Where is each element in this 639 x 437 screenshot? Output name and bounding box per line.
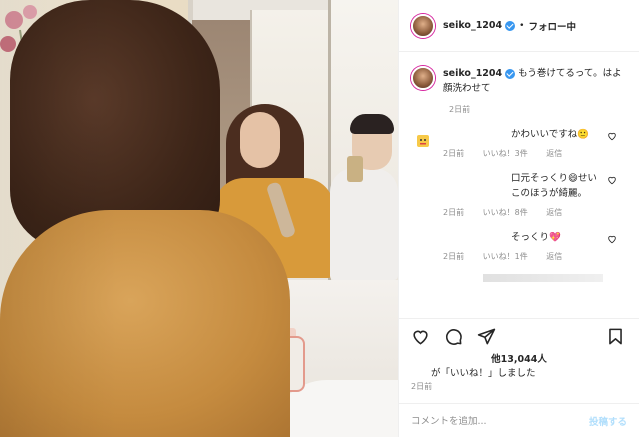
emoji-face-icon: [417, 135, 429, 147]
post-photo[interactable]: [0, 0, 398, 437]
action-icons: [411, 327, 496, 346]
comment-text-partial: [483, 274, 603, 282]
caption-username[interactable]: seiko_1204: [443, 68, 502, 79]
post-time: 2日前: [411, 382, 433, 391]
comment-item-partial: [411, 274, 627, 282]
emoji-avatar-icon[interactable]: [411, 129, 435, 153]
caption-time: 2日前: [449, 105, 471, 114]
comment-text: 口元そっくり😄せいこのほうが綺麗。: [511, 173, 597, 199]
like-count[interactable]: 他13,044人: [399, 351, 639, 365]
comment-item: そっくり💖 2日前 いいね！1件 返信: [411, 230, 627, 262]
post-side-panel: seiko_1204 • フォロー中 seiko_1204 もう巻けてるって。は…: [398, 0, 639, 437]
post-header: seiko_1204 • フォロー中: [399, 0, 639, 52]
comment-input[interactable]: [411, 415, 589, 427]
comment-reply-button[interactable]: 返信: [546, 252, 562, 261]
comment-item: かわいいですね🙂 2日前 いいね！3件 返信: [411, 127, 627, 159]
verified-badge-icon: [505, 20, 516, 31]
like-heart-icon[interactable]: [411, 327, 430, 346]
header-separator: •: [519, 20, 525, 31]
follow-status-button[interactable]: フォロー中: [528, 19, 576, 33]
post-comment-button[interactable]: 投稿する: [589, 414, 627, 428]
photo-shade: [0, 0, 398, 437]
add-comment-bar: 投稿する: [399, 403, 639, 437]
comment-item: 口元そっくり😄せいこのほうが綺麗。 2日前 いいね！8件 返信: [411, 171, 627, 218]
caption-verified-badge-icon: [505, 68, 516, 79]
post-caption: seiko_1204 もう巻けてるって。はよ顔洗わせて: [411, 66, 627, 96]
caption-avatar[interactable]: [411, 66, 435, 90]
comment-meta: 2日前 いいね！8件 返信: [443, 207, 627, 218]
comment-heart-icon[interactable]: [607, 175, 617, 185]
comment-time: 2日前: [443, 252, 465, 261]
comment-reply-button[interactable]: 返信: [546, 149, 562, 158]
comment-heart-icon[interactable]: [607, 234, 617, 244]
caption-text-block: seiko_1204 もう巻けてるって。はよ顔洗わせて: [443, 66, 623, 96]
comment-time: 2日前: [443, 149, 465, 158]
comment-like-count[interactable]: いいね！8件: [483, 208, 528, 217]
post-actions: 他13,044人 が「いいね！」しました 2日前 投稿する: [399, 318, 639, 437]
profile-avatar[interactable]: [411, 13, 435, 38]
comment-meta: 2日前 いいね！3件 返信: [443, 148, 627, 159]
share-send-icon[interactable]: [477, 327, 496, 346]
comment-bubble-icon[interactable]: [444, 327, 463, 346]
comment-reply-button[interactable]: 返信: [546, 208, 562, 217]
comment-time: 2日前: [443, 208, 465, 217]
blank-avatar-icon[interactable]: [411, 173, 435, 197]
comment-meta: 2日前 いいね！1件 返信: [443, 251, 627, 262]
liked-by-text: が「いいね！」しました: [431, 368, 536, 379]
comment-like-count[interactable]: いいね！1件: [483, 252, 528, 261]
save-bookmark-icon[interactable]: [606, 327, 625, 346]
comment-like-count[interactable]: いいね！3件: [483, 149, 528, 158]
comment-heart-icon[interactable]: [607, 131, 617, 141]
comment-text: かわいいですね🙂: [511, 129, 590, 140]
blank-avatar-icon[interactable]: [411, 232, 435, 256]
comments-list[interactable]: seiko_1204 もう巻けてるって。はよ顔洗わせて 2日前 かわいいですね🙂…: [399, 52, 639, 318]
header-username[interactable]: seiko_1204: [443, 20, 502, 31]
comment-text: そっくり💖: [511, 232, 561, 243]
